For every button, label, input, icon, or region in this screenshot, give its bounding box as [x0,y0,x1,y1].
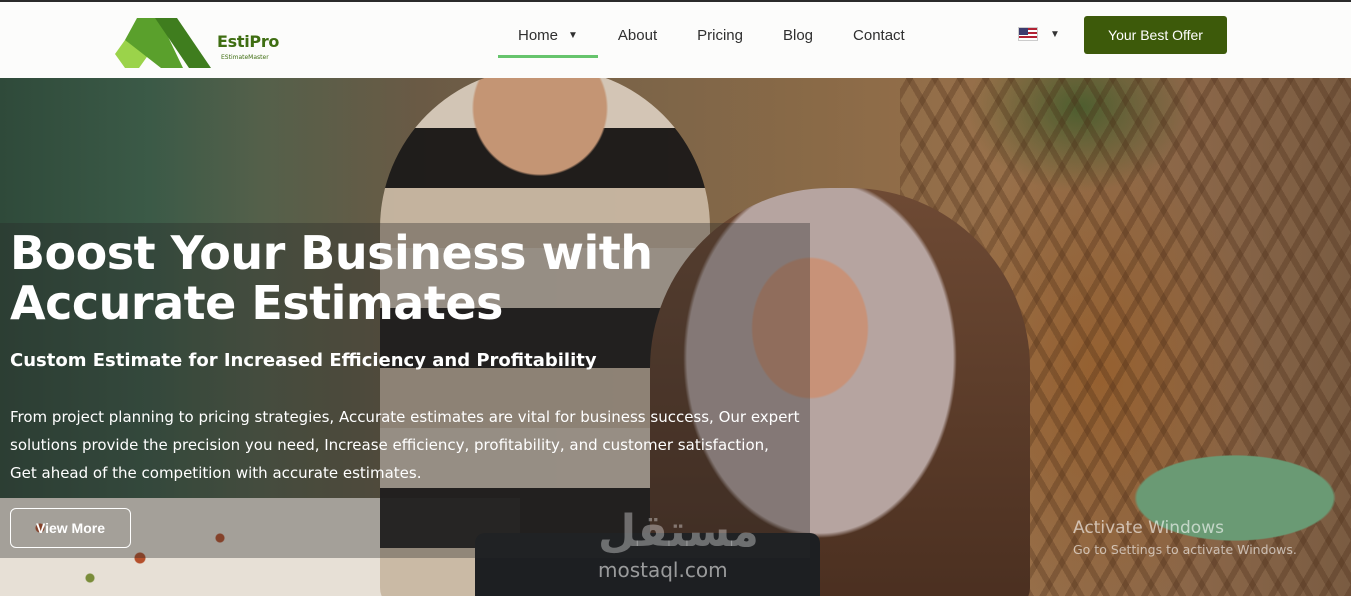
nav-pricing-label: Pricing [697,26,743,44]
watermark-latin: mostaql.com [598,558,728,582]
nav-home-label: Home [518,26,559,44]
us-flag-icon [1018,27,1038,41]
hero-title: Boost Your Business with Accurate Estima… [10,226,653,330]
nav-item-home[interactable]: Home ▼ [498,2,598,68]
main-nav: Home ▼ About Pricing Blog Contact [498,2,925,78]
chevron-down-icon: ▼ [1050,28,1060,40]
activate-windows-notice: Activate Windows Go to Settings to activ… [1073,518,1297,557]
language-selector[interactable]: ▼ [1018,27,1060,41]
nav-about-label: About [617,26,658,44]
logo-title: EstiPro [217,32,280,51]
active-nav-indicator [498,55,598,58]
activate-windows-detail: Go to Settings to activate Windows. [1073,542,1297,557]
nav-item-pricing[interactable]: Pricing [677,2,763,68]
chevron-down-icon: ▼ [568,29,578,41]
view-more-button[interactable]: View More [10,508,131,548]
hero-section: Boost Your Business with Accurate Estima… [0,78,1351,596]
nav-contact-label: Contact [853,26,905,44]
logo[interactable]: EstiPro EStimateMaster [115,12,285,70]
hero-background-chair [1095,438,1351,588]
hero-description: From project planning to pricing strateg… [10,408,800,482]
logo-subtitle: EStimateMaster [221,54,269,61]
site-header: EstiPro EStimateMaster Home ▼ About Pric… [0,2,1351,78]
hero-subtitle: Custom Estimate for Increased Efficiency… [10,350,597,371]
nav-item-blog[interactable]: Blog [763,2,833,68]
logo-mark-icon [115,18,211,68]
watermark-arabic: مستقل [598,506,759,557]
nav-blog-label: Blog [782,26,814,44]
activate-windows-title: Activate Windows [1073,518,1224,538]
nav-item-contact[interactable]: Contact [833,2,925,68]
best-offer-button[interactable]: Your Best Offer [1084,16,1227,54]
nav-item-about[interactable]: About [598,2,677,68]
